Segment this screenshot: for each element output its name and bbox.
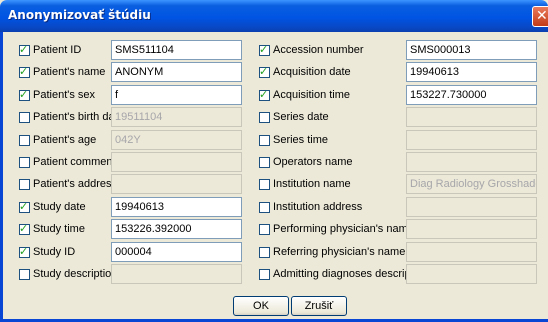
checkbox-institution-name[interactable]: ✓ xyxy=(259,179,270,191)
field-row-acquisition-time: ✓ Acquisition time 153227.730000 xyxy=(0,84,548,105)
checkmark-icon: ✓ xyxy=(259,65,269,79)
input-institution-address xyxy=(406,196,537,217)
checkbox-series-date[interactable]: ✓ xyxy=(259,112,270,124)
field-row-operators-name: ✓Operators name xyxy=(0,152,548,172)
checkbox-acquisition-date[interactable]: ✓ xyxy=(259,65,270,79)
checkmark-icon: ✓ xyxy=(259,43,269,56)
field-row-referring-physician-s-name: ✓Referring physician's name xyxy=(0,241,548,262)
input-series-time xyxy=(406,129,537,150)
input-performing-physician-s-name xyxy=(406,219,537,240)
label-acquisition-date: Acquisition date xyxy=(273,66,351,79)
checkbox-performing-physician-s-name[interactable]: ✓ xyxy=(259,224,270,236)
ok-button[interactable]: OK xyxy=(233,296,289,316)
input-series-date xyxy=(406,107,537,128)
close-icon: ✕ xyxy=(536,8,548,24)
label-performing-physician-s-name: Performing physician's name xyxy=(273,223,414,236)
dialog-title: Anonymizovať štúdiu xyxy=(8,8,151,22)
label-acquisition-time: Acquisition time xyxy=(273,88,351,101)
field-row-institution-address: ✓Institution address xyxy=(0,196,548,217)
checkbox-operators-name[interactable]: ✓ xyxy=(259,157,270,168)
input-institution-name: Diag Radiology Grosshadern xyxy=(406,174,537,195)
input-operators-name xyxy=(406,152,537,172)
label-operators-name: Operators name xyxy=(273,156,353,168)
input-acquisition-date[interactable]: 19940613 xyxy=(406,62,537,83)
title-bar[interactable]: Anonymizovať štúdiu ✕ xyxy=(0,0,548,32)
input-accession-number[interactable]: SMS000013 xyxy=(406,40,537,60)
label-institution-name: Institution name xyxy=(273,178,351,191)
checkbox-admitting-diagnoses-description[interactable]: ✓ xyxy=(259,269,270,280)
field-row-acquisition-date: ✓ Acquisition date 19940613 xyxy=(0,62,548,83)
cancel-button[interactable]: Zrušiť xyxy=(291,296,347,316)
checkbox-referring-physician-s-name[interactable]: ✓ xyxy=(259,246,270,258)
label-institution-address: Institution address xyxy=(273,200,363,213)
field-row-institution-name: ✓Institution name Diag Radiology Grosshad… xyxy=(0,174,548,195)
checkbox-acquisition-time[interactable]: ✓ xyxy=(259,87,270,101)
input-referring-physician-s-name xyxy=(406,241,537,262)
anonymize-dialog: Anonymizovať štúdiu ✕ ✓ Patient ID SMS5111… xyxy=(0,0,548,322)
close-button[interactable]: ✕ xyxy=(532,6,548,27)
field-row-performing-physician-s-name: ✓Performing physician's name xyxy=(0,219,548,240)
input-acquisition-time[interactable]: 153227.730000 xyxy=(406,84,537,105)
checkbox-series-time[interactable]: ✓ xyxy=(259,134,270,146)
label-series-time: Series time xyxy=(273,133,329,146)
label-referring-physician-s-name: Referring physician's name xyxy=(273,245,406,258)
input-admitting-diagnoses-description xyxy=(406,264,537,284)
field-row-series-time: ✓Series time xyxy=(0,129,548,150)
checkmark-icon: ✓ xyxy=(259,87,269,101)
field-row-admitting-diagnoses-description: ✓Admitting diagnoses description xyxy=(0,264,548,284)
label-series-date: Series date xyxy=(273,111,329,124)
label-accession-number: Accession number xyxy=(273,44,364,56)
checkbox-institution-address[interactable]: ✓ xyxy=(259,201,270,213)
checkbox-accession-number[interactable]: ✓ xyxy=(259,43,270,56)
field-row-series-date: ✓Series date xyxy=(0,107,548,128)
field-row-accession-number: ✓ Accession number SMS000013 xyxy=(0,40,548,60)
